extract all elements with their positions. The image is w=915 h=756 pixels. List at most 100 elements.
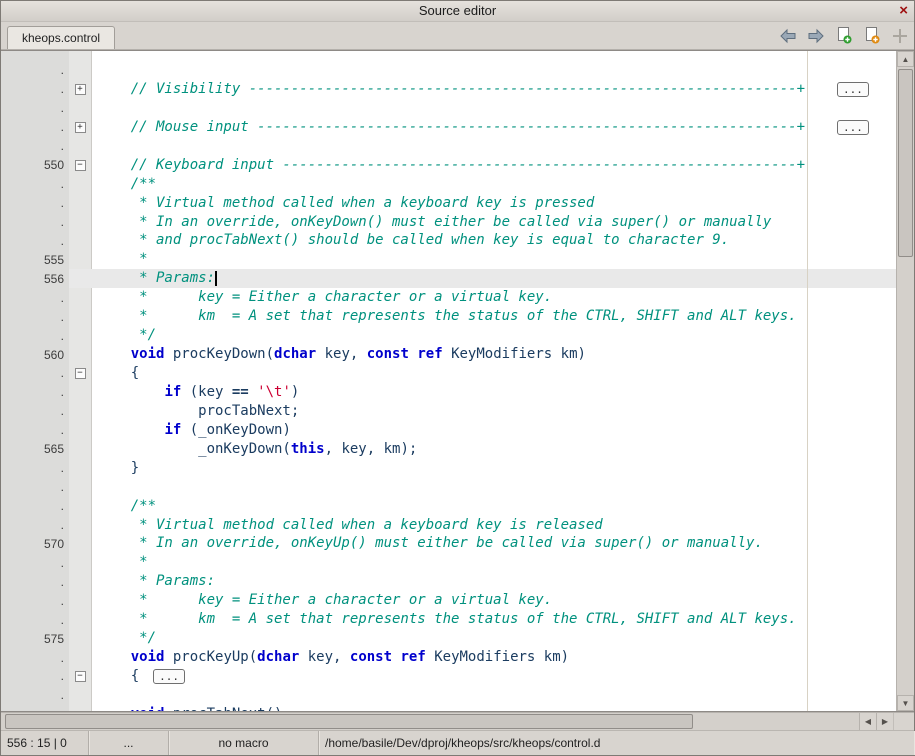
go-forward-icon[interactable] <box>806 26 826 46</box>
gutter-dot[interactable]: . <box>1 291 69 305</box>
gutter-dot[interactable]: . <box>1 139 69 153</box>
go-back-icon[interactable] <box>778 26 798 46</box>
code-line[interactable]: . * <box>1 553 897 572</box>
code-line[interactable]: . * key = Either a character or a virtua… <box>1 591 897 610</box>
gutter-dot[interactable]: . <box>1 461 69 475</box>
gutter-dot[interactable]: . <box>1 234 69 248</box>
fold-expand-icon[interactable]: + <box>75 84 86 95</box>
gutter-dot[interactable]: . <box>1 366 69 380</box>
gutter-dot[interactable]: . <box>1 404 69 418</box>
vertical-scrollbar[interactable]: ▲ ▼ <box>896 51 914 711</box>
code-line[interactable]: 575 */ <box>1 629 897 648</box>
horizontal-scrollbar-thumb[interactable] <box>5 714 693 729</box>
code-line[interactable]: . + // Mouse input ----------------------… <box>1 118 897 137</box>
gutter-dot[interactable]: . <box>1 101 69 115</box>
code-line[interactable]: . * km = A set that represents the statu… <box>1 307 897 326</box>
code-line[interactable]: 565 _onKeyDown(this, key, km); <box>1 440 897 459</box>
new-document-icon[interactable] <box>834 26 854 46</box>
gutter-dot[interactable]: . <box>1 177 69 191</box>
folded-code-ellipsis[interactable]: ... <box>153 669 185 684</box>
gutter-dot[interactable]: . <box>1 518 69 532</box>
line-number[interactable]: 550 <box>1 158 69 172</box>
titlebar[interactable]: Source editor × <box>1 1 914 22</box>
code-text: // Visibility --------------------------… <box>91 80 897 99</box>
gutter-dot[interactable]: . <box>1 707 69 712</box>
line-number[interactable]: 565 <box>1 442 69 456</box>
gutter-dot[interactable]: . <box>1 196 69 210</box>
code-line[interactable]: 550− // Keyboard input -----------------… <box>1 156 897 175</box>
scroll-down-icon[interactable]: ▼ <box>897 695 914 711</box>
code-line[interactable]: . /** <box>1 175 897 194</box>
folded-code-ellipsis[interactable]: ... <box>837 120 869 135</box>
caret-position-status: 556 : 15 | 0 <box>1 731 89 755</box>
gutter-dot[interactable]: . <box>1 329 69 343</box>
gutter-dot[interactable]: . <box>1 556 69 570</box>
code-line[interactable]: . * Params: <box>1 572 897 591</box>
code-line[interactable]: . /** <box>1 497 897 516</box>
gutter-dot[interactable]: . <box>1 613 69 627</box>
current-code-line[interactable]: 556 * Params: <box>1 269 897 288</box>
gutter-dot[interactable]: . <box>1 82 69 96</box>
code-line[interactable]: 570 * In an override, onKeyUp() must eit… <box>1 534 897 553</box>
fold-collapse-icon[interactable]: − <box>75 160 86 171</box>
code-line[interactable]: . * km = A set that represents the statu… <box>1 610 897 629</box>
code-editor[interactable]: .. + // Visibility ----------------------… <box>1 50 914 712</box>
fold-collapse-icon[interactable]: − <box>75 368 86 379</box>
code-line[interactable]: . <box>1 478 897 497</box>
code-line[interactable]: . <box>1 137 897 156</box>
code-line[interactable]: . */ <box>1 326 897 345</box>
gutter-dot[interactable]: . <box>1 499 69 513</box>
code-line[interactable]: . * Virtual method called when a keyboar… <box>1 194 897 213</box>
line-number[interactable]: 555 <box>1 253 69 267</box>
code-line[interactable]: . <box>1 686 897 705</box>
dock-handle-icon[interactable] <box>890 26 910 46</box>
gutter-dot[interactable]: . <box>1 385 69 399</box>
fold-collapse-icon[interactable]: − <box>75 671 86 682</box>
code-line[interactable]: .− {... <box>1 667 897 686</box>
line-number[interactable]: 570 <box>1 537 69 551</box>
code-line[interactable]: . } <box>1 459 897 478</box>
scroll-right-icon[interactable]: ▶ <box>876 713 893 730</box>
gutter-dot[interactable]: . <box>1 310 69 324</box>
line-number[interactable]: 556 <box>1 272 69 286</box>
code-line[interactable]: .− { <box>1 364 897 383</box>
close-icon[interactable]: × <box>899 2 908 20</box>
code-line[interactable]: . if (_onKeyDown) <box>1 421 897 440</box>
code-line[interactable]: . * Virtual method called when a keyboar… <box>1 516 897 535</box>
gutter-dot[interactable]: . <box>1 575 69 589</box>
folded-code-ellipsis[interactable]: ... <box>837 82 869 97</box>
line-number[interactable]: 560 <box>1 348 69 362</box>
scroll-left-icon[interactable]: ◀ <box>859 713 876 730</box>
horizontal-scrollbar-track[interactable] <box>1 713 859 730</box>
code-line[interactable]: . * and procTabNext() should be called w… <box>1 231 897 250</box>
code-line[interactable]: . <box>1 61 897 80</box>
gutter-dot[interactable]: . <box>1 688 69 702</box>
vertical-scrollbar-thumb[interactable] <box>898 69 913 257</box>
code-line[interactable]: . void procTabNext() <box>1 705 897 712</box>
code-line[interactable]: . procTabNext; <box>1 402 897 421</box>
code-line[interactable]: . if (key == '\t') <box>1 383 897 402</box>
horizontal-scrollbar[interactable]: ◀ ▶ <box>1 712 914 730</box>
gutter-dot[interactable]: . <box>1 423 69 437</box>
scroll-up-icon[interactable]: ▲ <box>897 51 914 67</box>
gutter-dot[interactable]: . <box>1 480 69 494</box>
gutter-dot[interactable]: . <box>1 594 69 608</box>
fold-expand-icon[interactable]: + <box>75 122 86 133</box>
fold-margin: − <box>69 671 91 682</box>
code-line[interactable]: 560 void procKeyDown(dchar key, const re… <box>1 345 897 364</box>
line-number[interactable]: 575 <box>1 632 69 646</box>
code-line[interactable]: . * key = Either a character or a virtua… <box>1 288 897 307</box>
gutter-dot[interactable]: . <box>1 120 69 134</box>
tab-kheops-control[interactable]: kheops.control <box>7 26 115 49</box>
code-line[interactable]: . void procKeyUp(dchar key, const ref Ke… <box>1 648 897 667</box>
code-line[interactable]: . <box>1 99 897 118</box>
code-text: // Mouse input -------------------------… <box>91 118 897 137</box>
gutter-dot[interactable]: . <box>1 63 69 77</box>
gutter-dot[interactable]: . <box>1 669 69 683</box>
gutter-dot[interactable]: . <box>1 651 69 665</box>
code-line[interactable]: . * In an override, onKeyDown() must eit… <box>1 213 897 232</box>
code-line[interactable]: 555 * <box>1 250 897 269</box>
gutter-dot[interactable]: . <box>1 215 69 229</box>
code-line[interactable]: . + // Visibility -----------------------… <box>1 80 897 99</box>
save-document-icon[interactable] <box>862 26 882 46</box>
